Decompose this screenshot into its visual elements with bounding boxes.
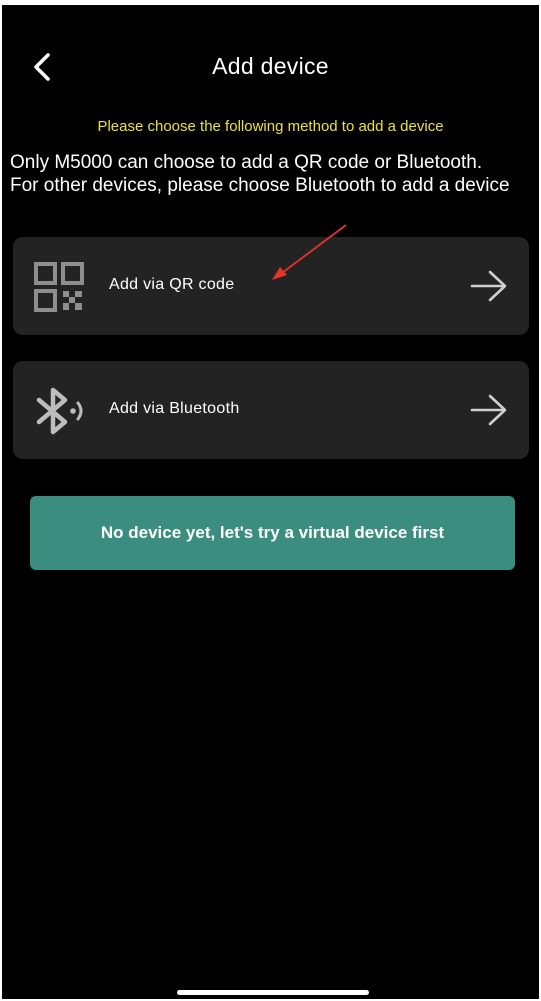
try-virtual-device-button[interactable]: No device yet, let's try a virtual devic… xyxy=(30,496,515,570)
arrow-right-icon xyxy=(470,270,507,302)
method-hint: Please choose the following method to ad… xyxy=(97,118,444,135)
annotation-arrow-icon xyxy=(272,224,347,280)
option-label-qr: Add via QR code xyxy=(109,276,235,293)
page-title: Add device xyxy=(212,53,329,79)
option-label-bluetooth: Add via Bluetooth xyxy=(109,400,240,417)
home-indicator[interactable] xyxy=(177,990,369,995)
add-via-bluetooth-option[interactable]: Add via Bluetooth xyxy=(13,361,529,459)
bluetooth-icon xyxy=(33,385,85,437)
screen: Add device Please choose the following m… xyxy=(2,5,539,999)
arrow-right-icon xyxy=(470,394,507,426)
device-note: Only M5000 can choose to add a QR code o… xyxy=(10,152,510,196)
header: Add device xyxy=(2,35,539,95)
qr-code-icon xyxy=(33,261,85,313)
